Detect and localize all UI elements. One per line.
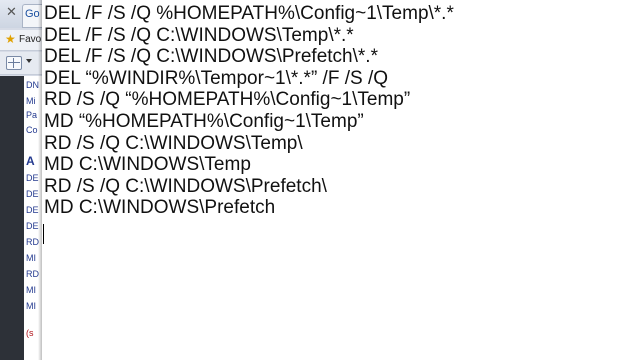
browser-toolbar (0, 52, 42, 75)
code-line[interactable]: DEL /F /S /Q C:\WINDOWS\Prefetch\*.* (44, 46, 454, 68)
code-line[interactable]: MD C:\WINDOWS\Prefetch (44, 197, 454, 219)
page-text-line: DE (26, 173, 39, 183)
code-line[interactable]: MD “%HOMEPATH%\Config~1\Temp” (44, 111, 454, 133)
page-text-line: Co (26, 125, 38, 135)
page-heading-letter: A (26, 154, 35, 168)
page-text-line: MI (26, 285, 36, 295)
code-line[interactable]: DEL /F /S /Q C:\WINDOWS\Temp\*.* (44, 25, 454, 47)
favorites-bar: ★ Favo (0, 30, 42, 51)
browser-page-content: DN Mi Pa Co A DE DE DE DE RD MI RD MI MI… (0, 76, 42, 360)
page-text-line: DE (26, 221, 39, 231)
page-text-line: DE (26, 205, 39, 215)
browser-titlebar: ✕ Go (0, 0, 42, 28)
page-text-line: (s (26, 328, 34, 338)
page-text-line: Mi (26, 96, 36, 106)
page-dark-margin (0, 76, 24, 360)
text-caret (43, 224, 44, 244)
code-line[interactable]: RD /S /Q C:\WINDOWS\Temp\ (44, 133, 454, 155)
code-line[interactable]: RD /S /Q C:\WINDOWS\Prefetch\ (44, 176, 454, 198)
code-line[interactable]: DEL /F /S /Q %HOMEPATH%\Config~1\Temp\*.… (44, 3, 454, 25)
page-text-line: DE (26, 189, 39, 199)
code-line[interactable]: DEL “%WINDIR%\Tempor~1\*.*” /F /S /Q (44, 68, 454, 90)
editor-lines: DEL /F /S /Q %HOMEPATH%\Config~1\Temp\*.… (44, 3, 454, 219)
grid-view-icon[interactable] (6, 56, 22, 70)
code-line[interactable]: MD C:\WINDOWS\Temp (44, 154, 454, 176)
code-line[interactable]: RD /S /Q “%HOMEPATH%\Config~1\Temp” (44, 89, 454, 111)
text-editor-area[interactable]: DEL /F /S /Q %HOMEPATH%\Config~1\Temp\*.… (42, 0, 640, 360)
chevron-down-icon[interactable] (26, 59, 32, 63)
star-icon[interactable]: ★ (5, 32, 16, 46)
close-icon[interactable]: ✕ (6, 6, 18, 20)
page-text-line: Pa (26, 110, 38, 120)
page-text-line: MI (26, 253, 36, 263)
page-text-line: MI (26, 301, 36, 311)
background-browser-window[interactable]: ✕ Go ★ Favo DN Mi Pa Co A DE DE DE DE RD… (0, 0, 42, 360)
